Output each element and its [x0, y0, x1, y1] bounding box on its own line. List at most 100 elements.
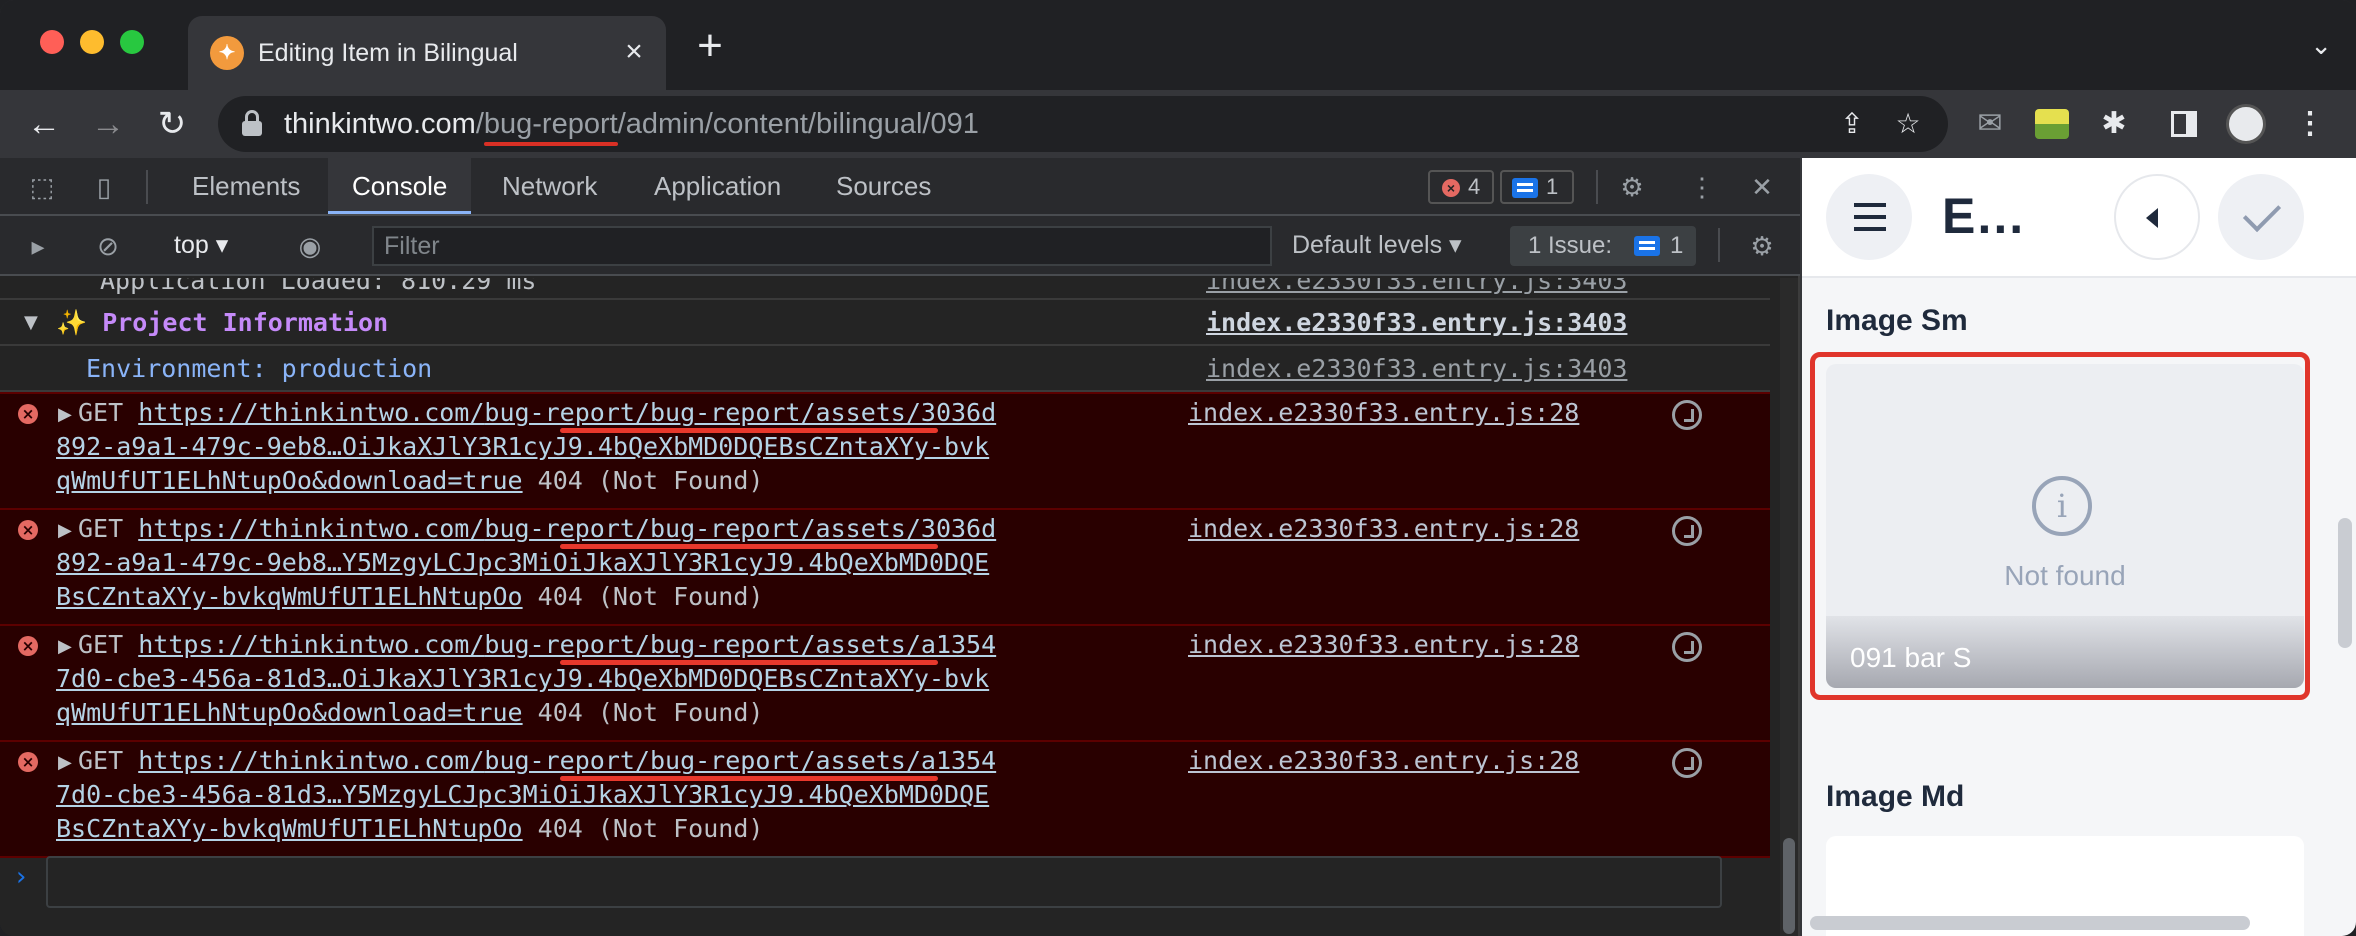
log-levels-select[interactable]: Default levels ▾ — [1292, 228, 1462, 262]
request-url-cont[interactable]: 7d0-cbe3-456a-81d3…OiJkaXJlY3R1cyJ9.4bQe… — [56, 664, 989, 693]
forward-arrow-icon[interactable]: → — [84, 100, 132, 148]
back-button[interactable] — [2114, 174, 2200, 260]
error-row[interactable]: × ▶ GET https://thinkintwo.com/bug-repor… — [0, 624, 1770, 742]
checkmark-icon — [2242, 193, 2282, 233]
tab-network[interactable]: Network — [478, 158, 621, 214]
request-url-highlight[interactable]: bug-report/bug-report — [484, 398, 800, 427]
error-source-link[interactable]: index.e2330f33.entry.js:28 — [1188, 744, 1579, 778]
request-url-end[interactable]: BsCZntaXYy-bvkqWmUfUT1ELhNtupOo — [56, 814, 523, 843]
request-url-highlight[interactable]: bug-report/bug-report — [484, 630, 800, 659]
log-source-link[interactable]: index.e2330f33.entry.js:3403 — [1206, 278, 1627, 298]
expand-triangle-icon[interactable]: ▶ — [58, 404, 72, 425]
tab-search-chevron-icon[interactable]: ⌄ — [2310, 30, 2332, 61]
expand-triangle-icon[interactable]: ▶ — [58, 752, 72, 773]
console-prompt-icon: › — [16, 862, 27, 892]
browser-menu-icon[interactable]: ⋮ — [2290, 104, 2330, 144]
new-tab-button[interactable]: + — [688, 24, 732, 70]
back-arrow-icon[interactable]: ← — [20, 100, 68, 148]
request-url[interactable]: https://thinkintwo.com/ — [138, 514, 484, 543]
replay-request-icon[interactable] — [1672, 632, 1702, 662]
log-group-row[interactable]: ▼ ✨ Project Information index.e2330f33.e… — [0, 300, 1770, 346]
more-options-icon[interactable]: ⋮ — [1686, 171, 1718, 203]
request-url-rest[interactable]: /assets/a1354 — [800, 746, 996, 775]
maximize-window-button[interactable] — [120, 30, 144, 54]
error-source-link[interactable]: index.e2330f33.entry.js:28 — [1188, 628, 1579, 662]
side-panel-icon[interactable] — [2164, 104, 2204, 144]
console-settings-gear-icon[interactable]: ⚙ — [1746, 230, 1778, 262]
request-url-highlight[interactable]: bug-report/bug-report — [484, 514, 800, 543]
share-icon[interactable]: ⇪ — [1836, 108, 1868, 140]
log-source-link[interactable]: index.e2330f33.entry.js:3403 — [1206, 352, 1627, 386]
tab-close-icon[interactable]: × — [616, 34, 652, 70]
error-count-badge[interactable]: × 4 — [1428, 170, 1494, 204]
tab-sources[interactable]: Sources — [812, 158, 955, 214]
reload-icon[interactable]: ↻ — [148, 100, 196, 148]
page-vertical-scrollbar[interactable] — [2338, 518, 2352, 648]
console-filter-input[interactable]: Filter — [372, 226, 1272, 266]
sidebar-toggle-icon[interactable]: ▸ — [22, 230, 54, 262]
bookmark-star-icon[interactable]: ☆ — [1892, 108, 1924, 140]
request-url-rest[interactable]: /assets/3036d — [800, 514, 996, 543]
game-extension-icon[interactable] — [2032, 104, 2072, 144]
issues-button[interactable]: 1 Issue: 1 — [1510, 226, 1696, 266]
menu-button[interactable] — [1826, 174, 1912, 260]
settings-gear-icon[interactable]: ⚙ — [1616, 171, 1648, 203]
request-url[interactable]: https://thinkintwo.com/ — [138, 398, 484, 427]
error-icon: × — [18, 520, 38, 540]
error-source-link[interactable]: index.e2330f33.entry.js:28 — [1188, 396, 1579, 430]
error-line-3: qWmUfUT1ELhNtupOo&download=true 404 (Not… — [56, 696, 763, 730]
error-icon: × — [18, 636, 38, 656]
request-url[interactable]: https://thinkintwo.com/ — [138, 746, 484, 775]
context-select[interactable]: top ▾ — [174, 228, 228, 262]
clear-console-icon[interactable]: ⊘ — [92, 230, 124, 262]
close-devtools-icon[interactable]: ✕ — [1746, 171, 1778, 203]
url-text[interactable]: thinkintwo.com/bug-report/admin/content/… — [284, 107, 979, 141]
mail-extension-icon[interactable]: ✉ — [1970, 104, 2010, 144]
message-count-badge[interactable]: 1 — [1500, 170, 1574, 204]
devtools-tab-bar: ⬚ ▯ Elements Console Network Application… — [0, 158, 1800, 216]
request-url-cont[interactable]: 892-a9a1-479c-9eb8…OiJkaXJlY3R1cyJ9.4bQe… — [56, 432, 989, 461]
request-url-cont[interactable]: 892-a9a1-479c-9eb8…Y5MzgyLCJpc3MiOiJkaXJ… — [56, 548, 989, 577]
close-window-button[interactable] — [40, 30, 64, 54]
request-url[interactable]: https://thinkintwo.com/ — [138, 630, 484, 659]
tab-application[interactable]: Application — [630, 158, 805, 214]
error-row[interactable]: × ▶ GET https://thinkintwo.com/bug-repor… — [0, 740, 1770, 858]
request-url-rest[interactable]: /assets/3036d — [800, 398, 996, 427]
live-expression-eye-icon[interactable]: ◉ — [294, 230, 326, 262]
browser-tab[interactable]: ✦ Editing Item in Bilingual × — [188, 16, 666, 90]
console-scrollbar[interactable] — [1780, 278, 1798, 936]
page-horizontal-scrollbar[interactable] — [1810, 916, 2250, 930]
save-button[interactable] — [2218, 174, 2304, 260]
tab-elements[interactable]: Elements — [168, 158, 324, 214]
request-url-end[interactable]: qWmUfUT1ELhNtupOo&download=true — [56, 698, 523, 727]
tab-console[interactable]: Console — [328, 158, 472, 214]
lock-icon[interactable] — [242, 110, 262, 136]
request-url-highlight[interactable]: bug-report/bug-report — [484, 746, 800, 775]
error-row[interactable]: × ▶ GET https://thinkintwo.com/bug-repor… — [0, 508, 1770, 626]
expand-triangle-icon[interactable]: ▼ — [24, 312, 38, 333]
message-count: 1 — [1546, 174, 1559, 199]
request-url-cont[interactable]: 7d0-cbe3-456a-81d3…Y5MzgyLCJpc3MiOiJkaXJ… — [56, 780, 989, 809]
device-toolbar-icon[interactable]: ▯ — [88, 171, 120, 203]
console-input[interactable] — [46, 856, 1722, 908]
minimize-window-button[interactable] — [80, 30, 104, 54]
log-source-link[interactable]: index.e2330f33.entry.js:3403 — [1206, 306, 1627, 340]
devtools-panel: ⬚ ▯ Elements Console Network Application… — [0, 158, 1800, 936]
expand-triangle-icon[interactable]: ▶ — [58, 636, 72, 657]
expand-triangle-icon[interactable]: ▶ — [58, 520, 72, 541]
profile-avatar[interactable] — [2226, 104, 2266, 144]
request-url-end[interactable]: BsCZntaXYy-bvkqWmUfUT1ELhNtupOo — [56, 582, 523, 611]
replay-request-icon[interactable] — [1672, 516, 1702, 546]
error-source-link[interactable]: index.e2330f33.entry.js:28 — [1188, 512, 1579, 546]
error-icon: × — [1442, 179, 1460, 197]
request-url-end[interactable]: qWmUfUT1ELhNtupOo&download=true — [56, 466, 523, 495]
error-row[interactable]: × ▶ GET https://thinkintwo.com/bug-repor… — [0, 392, 1770, 510]
console-scrollbar-thumb[interactable] — [1783, 838, 1795, 934]
replay-request-icon[interactable] — [1672, 748, 1702, 778]
address-bar[interactable]: thinkintwo.com/bug-report/admin/content/… — [218, 96, 1948, 152]
inspect-element-icon[interactable]: ⬚ — [26, 171, 58, 203]
log-message: Application Loaded: 810.29 ms — [100, 278, 537, 295]
extensions-puzzle-icon[interactable]: ✱ — [2094, 104, 2134, 144]
request-url-rest[interactable]: /assets/a1354 — [800, 630, 996, 659]
replay-request-icon[interactable] — [1672, 400, 1702, 430]
